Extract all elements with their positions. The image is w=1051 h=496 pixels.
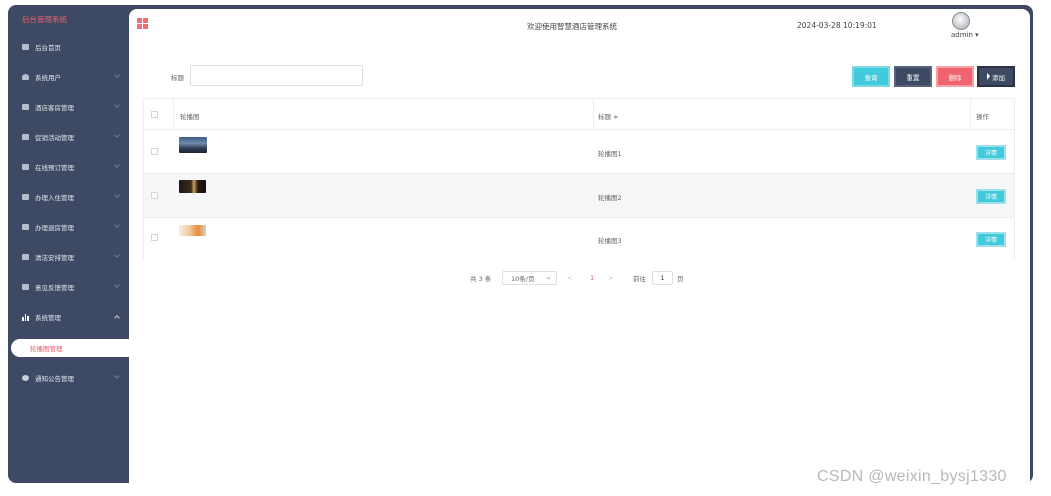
menu-icon — [22, 134, 29, 140]
sidebar-item-label: 在线预订管理 — [35, 164, 74, 172]
sidebar-item-label: 促销活动管理 — [35, 134, 74, 142]
column-header-action: 操作 — [976, 113, 989, 121]
chevron-down-icon — [114, 132, 120, 138]
search-button[interactable]: 查询 — [852, 66, 890, 87]
detail-button[interactable]: 详情 — [976, 189, 1006, 204]
sidebar-item-feedback[interactable]: 意见反馈管理 — [8, 272, 129, 302]
sidebar-item-label: 意见反馈管理 — [35, 284, 74, 292]
detail-button[interactable]: 详情 — [976, 145, 1006, 160]
menu-icon — [22, 284, 29, 290]
sidebar-item-label: 酒店客房管理 — [35, 104, 74, 112]
goto-suffix: 页 — [677, 275, 684, 283]
pagination-total: 共 3 条 — [470, 275, 492, 283]
sidebar-item-notices[interactable]: 通知公告管理 — [8, 363, 129, 393]
row-checkbox[interactable] — [151, 234, 158, 241]
chevron-down-icon — [114, 282, 120, 288]
goto-label: 前往 — [633, 275, 646, 283]
menu-icon — [22, 194, 29, 200]
chevron-down-icon — [114, 252, 120, 258]
title-search-input[interactable] — [190, 65, 363, 86]
sidebar-item-checkin[interactable]: 办理入住管理 — [8, 182, 129, 212]
goto-page-input[interactable]: 1 — [652, 271, 673, 285]
detail-button[interactable]: 详情 — [976, 232, 1006, 247]
sidebar-item-system-users[interactable]: 系统用户 — [8, 62, 129, 92]
sidebar-item-label: 通知公告管理 — [35, 375, 74, 383]
add-button[interactable]: 添加 — [977, 66, 1015, 87]
carousel-thumbnail — [179, 137, 207, 153]
chevron-down-icon — [114, 102, 120, 108]
carousel-thumbnail — [179, 225, 206, 236]
sidebar-item-checkout[interactable]: 办理退房管理 — [8, 212, 129, 242]
bar-chart-icon — [22, 313, 30, 321]
sidebar-item-label: 办理入住管理 — [35, 194, 74, 202]
sidebar-subitem-carousel[interactable]: 轮播图管理 — [11, 339, 129, 357]
info-icon — [22, 375, 29, 381]
brand-title: 后台管理系统 — [22, 15, 67, 24]
menu-icon — [22, 104, 29, 110]
menu-icon — [22, 164, 29, 170]
reset-button-label: 重置 — [906, 73, 920, 82]
datetime-text: 2024-03-28 10:19:01 — [797, 21, 877, 30]
row-title: 轮播图3 — [598, 237, 622, 245]
column-header-image: 轮播图 — [180, 113, 200, 121]
page-size-value: 10条/页 — [511, 275, 535, 283]
home-icon — [22, 44, 29, 50]
chevron-down-icon — [114, 162, 120, 168]
sidebar: 后台管理系统 后台首页 系统用户 酒店客房管理 促销活动管理 在线预订管理 办理… — [8, 5, 129, 483]
row-checkbox[interactable] — [151, 148, 158, 155]
chevron-down-icon — [114, 373, 120, 379]
carousel-thumbnail — [179, 180, 206, 193]
sidebar-item-rooms[interactable]: 酒店客房管理 — [8, 92, 129, 122]
sidebar-item-cleaning[interactable]: 清洁安排管理 — [8, 242, 129, 272]
delete-button[interactable]: 删除 — [936, 66, 974, 87]
reset-button[interactable]: 重置 — [894, 66, 932, 87]
avatar[interactable] — [952, 12, 970, 30]
row-title: 轮播图1 — [598, 150, 622, 158]
delete-button-label: 删除 — [948, 73, 962, 82]
sidebar-item-label: 办理退房管理 — [35, 224, 74, 232]
sidebar-item-label: 系统用户 — [35, 74, 61, 82]
sidebar-item-promotions[interactable]: 促销活动管理 — [8, 122, 129, 152]
sidebar-item-bookings[interactable]: 在线预订管理 — [8, 152, 129, 182]
user-menu[interactable]: admin ▾ — [951, 31, 979, 39]
sidebar-item-label: 系统管理 — [35, 314, 61, 322]
chevron-down-icon — [114, 72, 120, 78]
search-button-label: 查询 — [864, 73, 878, 82]
watermark: CSDN @weixin_bysj1330 — [817, 468, 1007, 485]
select-all-checkbox[interactable] — [151, 111, 158, 118]
carousel-table: 轮播图 标题 ≑ 操作 轮播图1 详情 轮播图2 详情 轮播图3 详情 — [143, 98, 1015, 260]
sidebar-item-system-management[interactable]: 系统管理 — [8, 302, 129, 332]
menu-icon — [22, 224, 29, 230]
page-size-select[interactable]: 10条/页 — [502, 271, 557, 285]
user-icon — [22, 74, 29, 80]
table-row: 轮播图3 详情 — [144, 218, 1014, 260]
chevron-down-icon — [546, 275, 551, 280]
sidebar-item-label: 清洁安排管理 — [35, 254, 74, 262]
chevron-up-icon — [114, 315, 120, 321]
sidebar-item-label: 后台首页 — [35, 44, 61, 52]
next-page-button[interactable]: > — [608, 271, 613, 285]
table-header-row: 轮播图 标题 ≑ 操作 — [144, 99, 1014, 130]
chevron-down-icon — [114, 192, 120, 198]
menu-icon — [22, 254, 29, 260]
prev-page-button[interactable]: < — [567, 271, 572, 285]
welcome-text: 欢迎使用智慧酒店管理系统 — [527, 22, 617, 31]
sidebar-item-home[interactable]: 后台首页 — [8, 32, 129, 62]
row-checkbox[interactable] — [151, 192, 158, 199]
row-title: 轮播图2 — [598, 194, 622, 202]
main-panel: 欢迎使用智慧酒店管理系统 2024-03-28 10:19:01 admin ▾… — [129, 9, 1030, 483]
cursor-icon — [987, 73, 990, 80]
table-row: 轮播图1 详情 — [144, 130, 1014, 174]
search-label: 标题 — [171, 74, 184, 82]
grid-icon[interactable] — [137, 18, 148, 29]
add-button-label: 添加 — [992, 73, 1005, 82]
table-row: 轮播图2 详情 — [144, 174, 1014, 218]
chevron-down-icon — [114, 222, 120, 228]
page-number-current[interactable]: 1 — [590, 271, 594, 285]
column-header-title[interactable]: 标题 ≑ — [598, 111, 619, 121]
